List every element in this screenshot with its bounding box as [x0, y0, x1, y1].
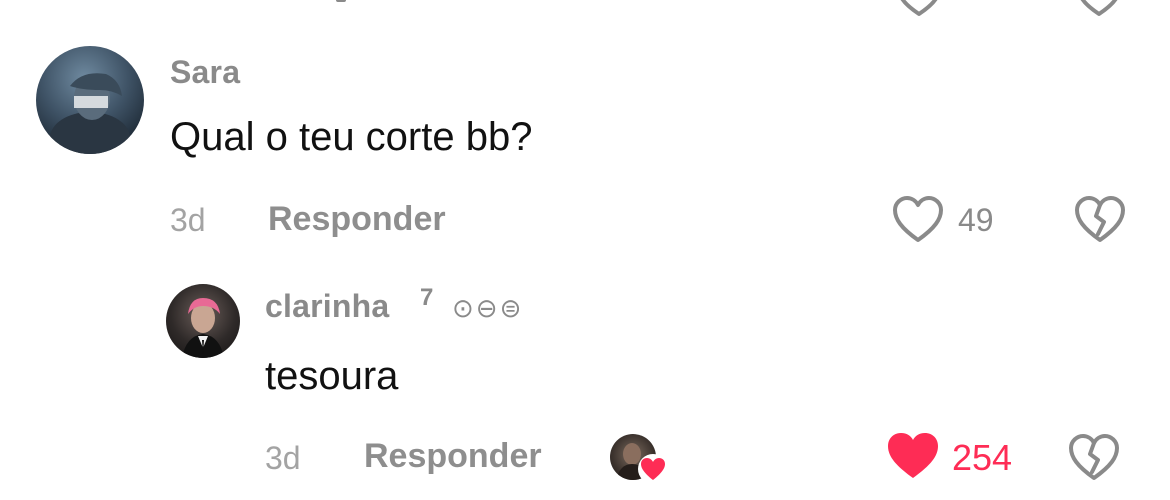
- heart-outline-icon: [893, 196, 943, 242]
- dislike-button[interactable]: [1074, 196, 1126, 249]
- reply-like-count: 254: [952, 437, 1013, 478]
- clipped-text-fragment: [336, 0, 346, 2]
- reply-dislike-button[interactable]: [1068, 434, 1120, 487]
- comment-timestamp: 3d: [170, 202, 206, 238]
- badge-icon: ⊙: [452, 294, 474, 324]
- heart-filled-icon: [888, 433, 938, 478]
- creator-liked-badge: [638, 454, 668, 484]
- avatar-sara[interactable]: [36, 46, 144, 154]
- broken-heart-icon: [1069, 434, 1119, 480]
- heart-badge-icon: [641, 458, 665, 480]
- like-button-liked[interactable]: [886, 432, 940, 485]
- like-count: 49: [958, 202, 994, 238]
- reply-reply-button[interactable]: Responder: [364, 437, 542, 476]
- badge-icon: ⊖: [475, 294, 498, 324]
- avatar-clarinha[interactable]: [166, 284, 240, 358]
- broken-heart-icon: [1075, 196, 1125, 242]
- dislike-icon-prev[interactable]: [896, 0, 942, 23]
- like-button[interactable]: [892, 196, 944, 249]
- reply-text: tesoura: [265, 354, 399, 398]
- reply-button[interactable]: Responder: [268, 200, 446, 239]
- comment-text: Qual o teu corte bb?: [170, 115, 533, 159]
- user-superscript: 7: [420, 284, 434, 311]
- badge-icon: ⊜: [499, 294, 522, 324]
- comment-username[interactable]: Sara: [170, 54, 240, 91]
- reply-timestamp: 3d: [265, 440, 301, 476]
- user-badges: ⊙ ⊖ ⊜: [452, 294, 521, 324]
- broken-heart-icon-prev[interactable]: [1076, 0, 1122, 23]
- reply-username[interactable]: clarinha: [265, 288, 389, 325]
